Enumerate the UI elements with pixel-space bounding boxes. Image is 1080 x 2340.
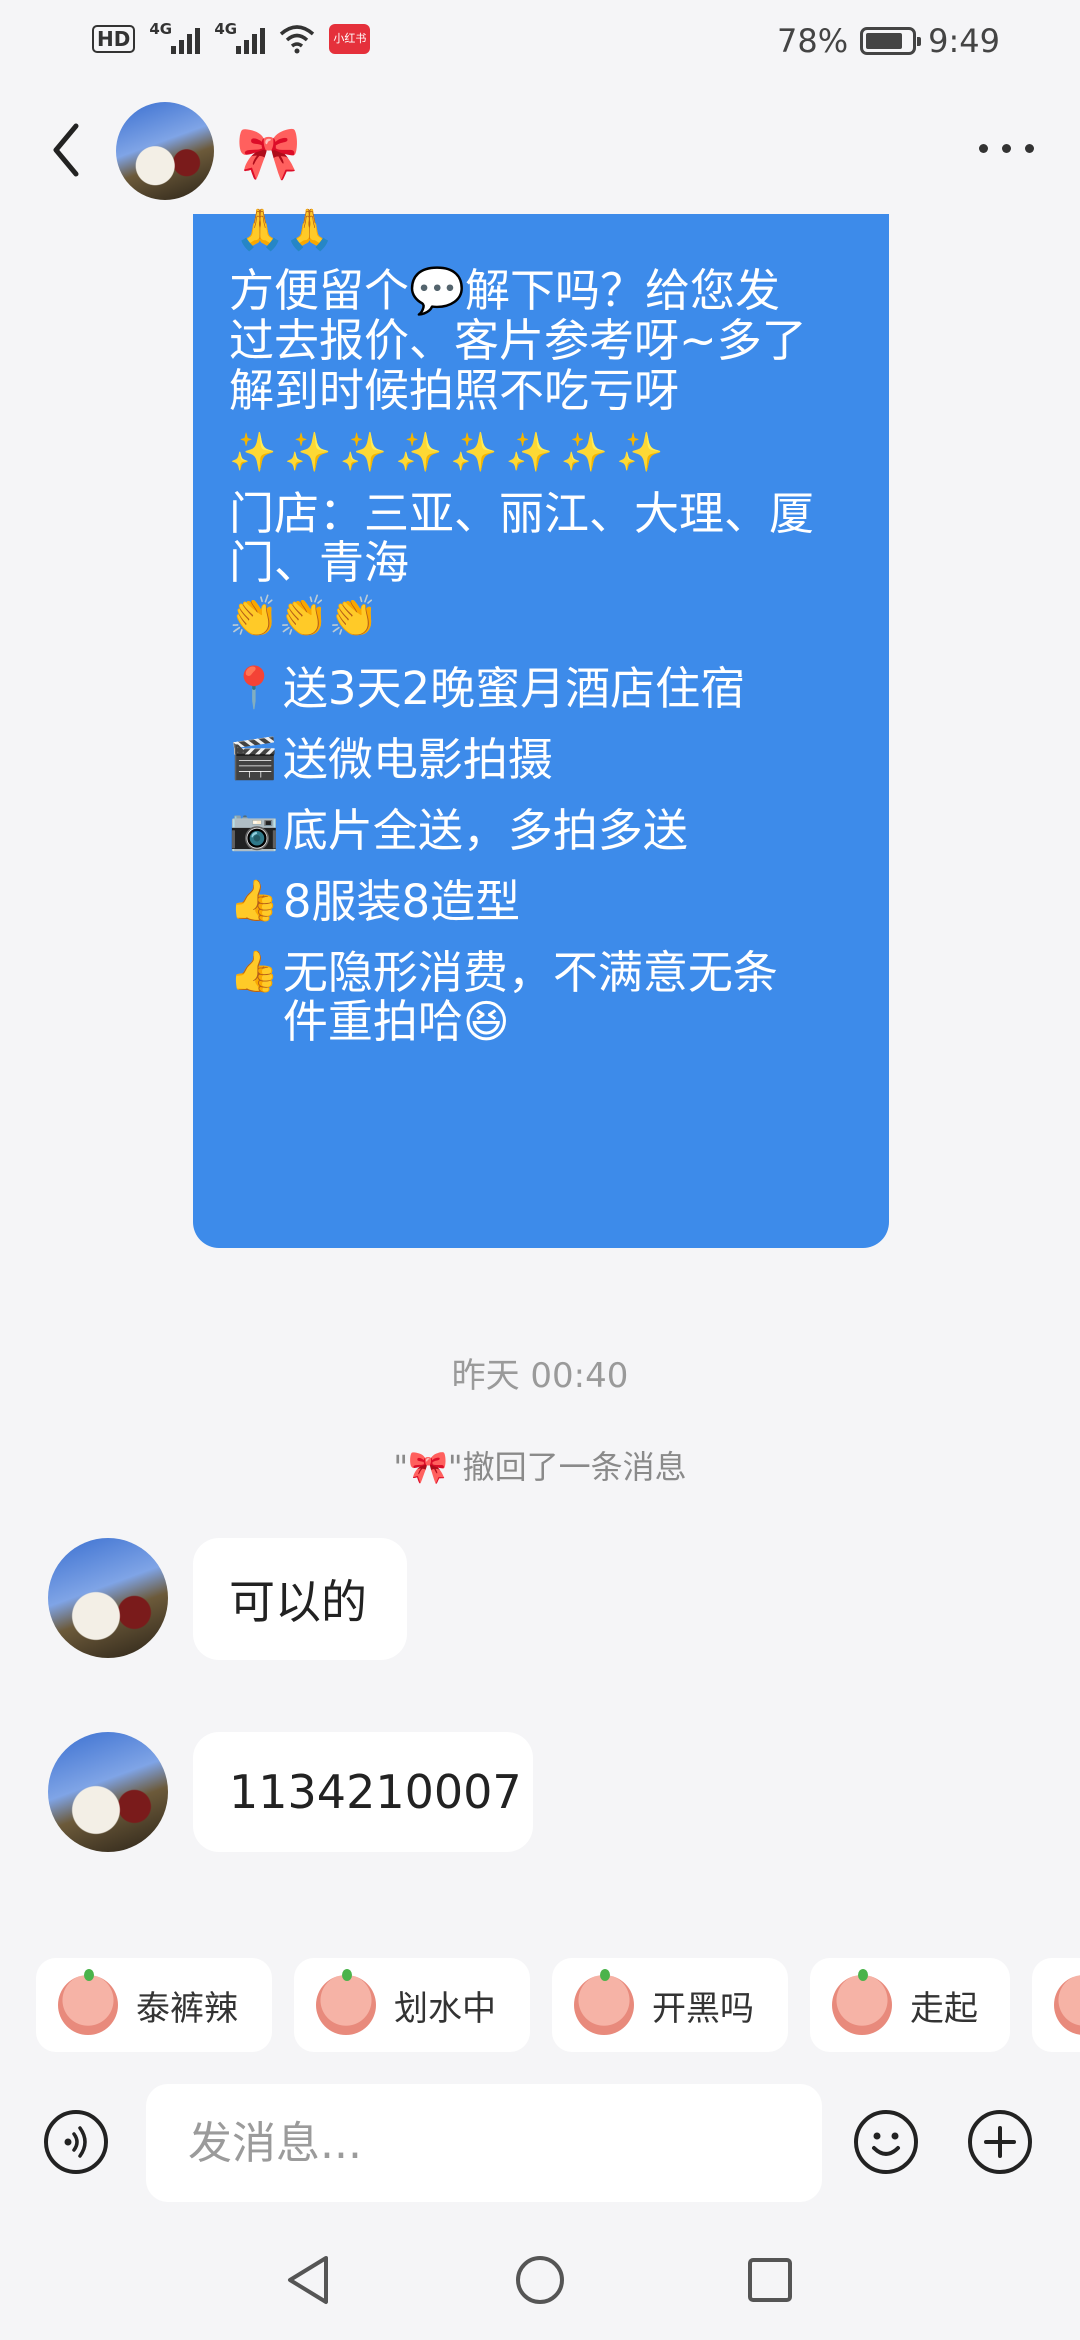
voice-input-icon[interactable] bbox=[42, 2108, 110, 2176]
sticker-icon bbox=[316, 1969, 376, 2035]
message-input[interactable] bbox=[146, 2084, 822, 2202]
battery-percent: 78% bbox=[777, 22, 849, 60]
contact-avatar[interactable] bbox=[116, 102, 214, 200]
hd-indicator: HD bbox=[92, 25, 136, 53]
thumbs-up-icon: 👍 bbox=[229, 878, 279, 924]
message-timestamp: 昨天 00:40 bbox=[451, 1356, 629, 1396]
perk-line: 无隐形消费，不满意无条 件重拍哈😆 bbox=[282, 946, 778, 1048]
sender-avatar[interactable] bbox=[48, 1538, 168, 1658]
perk-line: 8服装8造型 bbox=[282, 875, 521, 928]
pin-icon: 📍 bbox=[229, 665, 279, 711]
quick-reply-label: 泰裤辣 bbox=[136, 1988, 238, 2029]
more-options-icon[interactable] bbox=[979, 144, 1034, 153]
pray-emoji: 🙏🙏 bbox=[235, 207, 335, 253]
perk-line: 底片全送，多拍多送 bbox=[282, 804, 688, 857]
chat-header: 🎀 bbox=[0, 86, 1080, 216]
emoji-icon[interactable] bbox=[852, 2108, 920, 2176]
wifi-icon bbox=[280, 25, 315, 54]
message-paragraph: 方便留个💬解下吗？给您发 过去报价、客片参考呀~多了 解到时候拍照不吃亏呀 bbox=[229, 264, 807, 417]
perk-line: 送3天2晚蜜月酒店住宿 bbox=[282, 662, 746, 715]
battery-icon bbox=[860, 27, 922, 55]
recall-notice: "🎀"撤回了一条消息 bbox=[393, 1448, 687, 1486]
nav-recents-icon[interactable] bbox=[746, 2256, 794, 2304]
outgoing-message-bubble[interactable]: 🙏🙏 方便留个💬解下吗？给您发 过去报价、客片参考呀~多了 解到时候拍照不吃亏呀… bbox=[193, 207, 889, 1248]
back-icon[interactable] bbox=[46, 116, 90, 184]
sticker-icon bbox=[574, 1969, 634, 2035]
quick-reply-chip[interactable]: 泰裤辣 bbox=[36, 1958, 272, 2052]
system-nav-bar bbox=[0, 2220, 1080, 2340]
nav-back-icon[interactable] bbox=[282, 2252, 332, 2308]
incoming-message-bubble[interactable]: 可以的 bbox=[193, 1538, 407, 1660]
clock: 9:49 bbox=[928, 22, 1000, 60]
quick-reply-label: 走起 bbox=[910, 1988, 978, 2029]
quick-reply-chip[interactable]: 划水中 bbox=[294, 1958, 530, 2052]
sticker-icon bbox=[1054, 1975, 1080, 2035]
perk-line: 送微电影拍摄 bbox=[282, 733, 553, 786]
clapperboard-icon: 🎬 bbox=[229, 736, 279, 782]
quick-reply-label: 开黑吗 bbox=[652, 1988, 754, 2029]
signal-icon-2: 4G bbox=[214, 20, 266, 54]
sparkles-emoji: ✨✨✨✨✨✨✨✨ bbox=[229, 430, 672, 474]
status-bar: HD 4G 4G 小红书 78% 9:49 bbox=[0, 0, 1080, 86]
nav-home-icon[interactable] bbox=[514, 2254, 566, 2306]
stores-text: 门店：三亚、丽江、大理、厦 门、青海 bbox=[229, 487, 815, 589]
message-text: 可以的 bbox=[229, 1575, 367, 1629]
sticker-icon bbox=[832, 1969, 892, 2035]
quick-reply-chip[interactable]: 走起 bbox=[810, 1958, 1010, 2052]
sticker-icon bbox=[58, 1969, 118, 2035]
signal-icon: 4G bbox=[149, 20, 201, 54]
quick-reply-chip[interactable] bbox=[1032, 1958, 1080, 2052]
camera-icon: 📷 bbox=[229, 807, 279, 853]
clap-emoji: 👏👏👏 bbox=[229, 594, 379, 640]
sender-avatar[interactable] bbox=[48, 1732, 168, 1852]
thumbs-up-icon: 👍 bbox=[229, 949, 279, 995]
contact-name[interactable]: 🎀 bbox=[236, 126, 301, 182]
input-bar bbox=[0, 2076, 1080, 2212]
quick-reply-bar: 泰裤辣 划水中 开黑吗 走起 bbox=[0, 1958, 1080, 2054]
quick-reply-chip[interactable]: 开黑吗 bbox=[552, 1958, 788, 2052]
xiaohongshu-app-icon: 小红书 bbox=[329, 24, 371, 54]
add-icon[interactable] bbox=[966, 2108, 1034, 2176]
message-text: 1134210007 bbox=[229, 1765, 522, 1819]
quick-reply-label: 划水中 bbox=[394, 1988, 496, 2029]
incoming-message-bubble[interactable]: 1134210007 bbox=[193, 1732, 533, 1852]
